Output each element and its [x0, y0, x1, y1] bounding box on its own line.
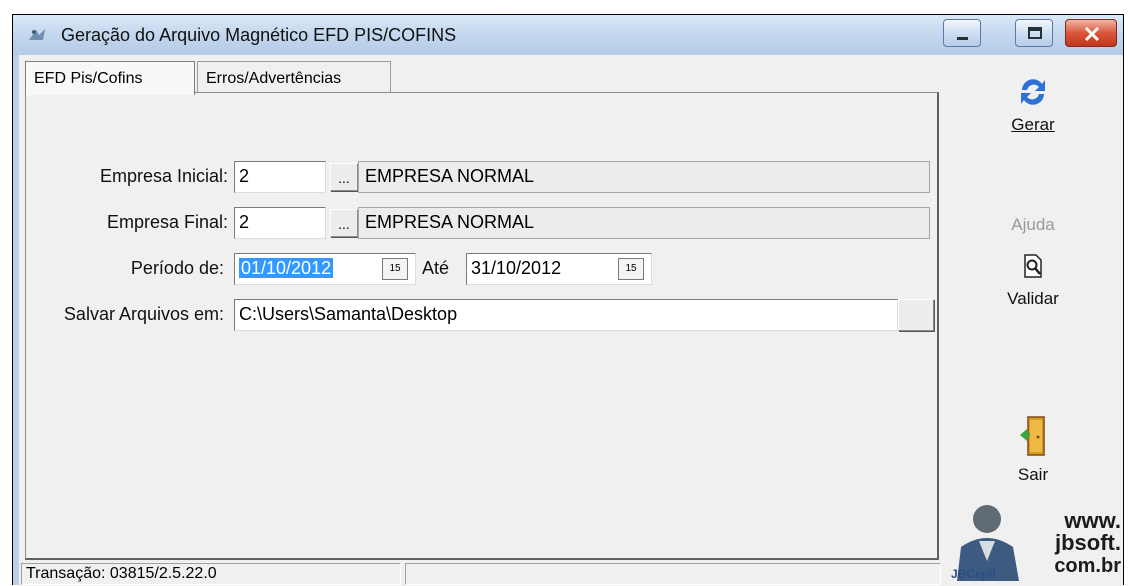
status-pane-2 — [405, 563, 941, 585]
close-icon — [1084, 26, 1100, 42]
tab-efd-pis-cofins[interactable]: EFD Pis/Cofins — [25, 61, 195, 95]
logo-www: www. — [1064, 508, 1121, 533]
tab-label: EFD Pis/Cofins — [34, 70, 143, 87]
empresa-final-lookup-button[interactable]: ... — [330, 209, 358, 237]
title-bar[interactable]: Geração do Arquivo Magnético EFD PIS/COF… — [13, 15, 1123, 55]
main-window: Geração do Arquivo Magnético EFD PIS/COF… — [12, 14, 1124, 586]
browse-folder-button[interactable] — [898, 299, 934, 331]
logo-brand: JBCepil — [951, 567, 996, 581]
action-sidebar: Gerar Ajuda Validar Sair www. jbsoft. co… — [943, 55, 1123, 586]
maximize-icon — [1028, 27, 1042, 39]
status-bar: Transação: 03815/2.5.22.0 — [19, 560, 943, 586]
logo-combr: com.br — [1054, 555, 1121, 577]
minimize-icon — [957, 37, 968, 40]
periodo-label: Período de: — [130, 258, 224, 278]
empresa-inicial-input[interactable]: 2 — [234, 161, 326, 193]
empresa-inicial-lookup-button[interactable]: ... — [330, 163, 358, 191]
tab-label: Erros/Advertências — [206, 70, 342, 87]
empresa-inicial-name: EMPRESA NORMAL — [358, 161, 930, 193]
tab-erros-advertencias[interactable]: Erros/Advertências — [197, 61, 391, 93]
gerar-label: Gerar — [1011, 115, 1055, 134]
maximize-button[interactable] — [1015, 19, 1053, 47]
tab-panel: Empresa Inicial: 2 ... EMPRESA NORMAL Em… — [25, 92, 939, 560]
empresa-final-label: Empresa Final: — [106, 212, 228, 232]
client-area: EFD Pis/Cofins Erros/Advertências Empres… — [19, 55, 1123, 586]
refresh-icon — [1021, 79, 1045, 105]
ajuda-label: Ajuda — [1011, 215, 1055, 234]
validar-label: Validar — [1007, 289, 1059, 308]
empresa-inicial-label: Empresa Inicial: — [99, 166, 228, 186]
minimize-button[interactable] — [943, 19, 981, 47]
gerar-button[interactable]: Gerar — [943, 75, 1123, 155]
status-transacao: Transação: 03815/2.5.22.0 — [21, 563, 401, 585]
logo-jbsoft: jbsoft. — [1055, 530, 1121, 555]
empresa-final-name: EMPRESA NORMAL — [358, 207, 930, 239]
ajuda-button[interactable]: Ajuda — [943, 215, 1123, 245]
sair-button[interactable]: Sair — [943, 415, 1123, 505]
periodo-from-value: 01/10/2012 — [239, 258, 334, 278]
exit-door-icon — [1020, 416, 1045, 456]
validar-button[interactable]: Validar — [943, 253, 1123, 323]
sair-label: Sair — [1017, 465, 1049, 484]
window-title: Geração do Arquivo Magnético EFD PIS/COF… — [61, 25, 457, 45]
empresa-final-input[interactable]: 2 — [234, 207, 326, 239]
ate-label: Até — [422, 258, 450, 278]
salvar-path-input[interactable]: C:\Users\Samanta\Desktop — [234, 299, 898, 331]
close-button[interactable] — [1065, 19, 1117, 47]
app-icon — [29, 29, 45, 40]
magnifier-document-icon — [1024, 254, 1042, 278]
calendar-to-icon[interactable]: 15 — [618, 258, 644, 280]
calendar-from-icon[interactable]: 15 — [382, 258, 408, 280]
salvar-label: Salvar Arquivos em: — [63, 304, 224, 324]
